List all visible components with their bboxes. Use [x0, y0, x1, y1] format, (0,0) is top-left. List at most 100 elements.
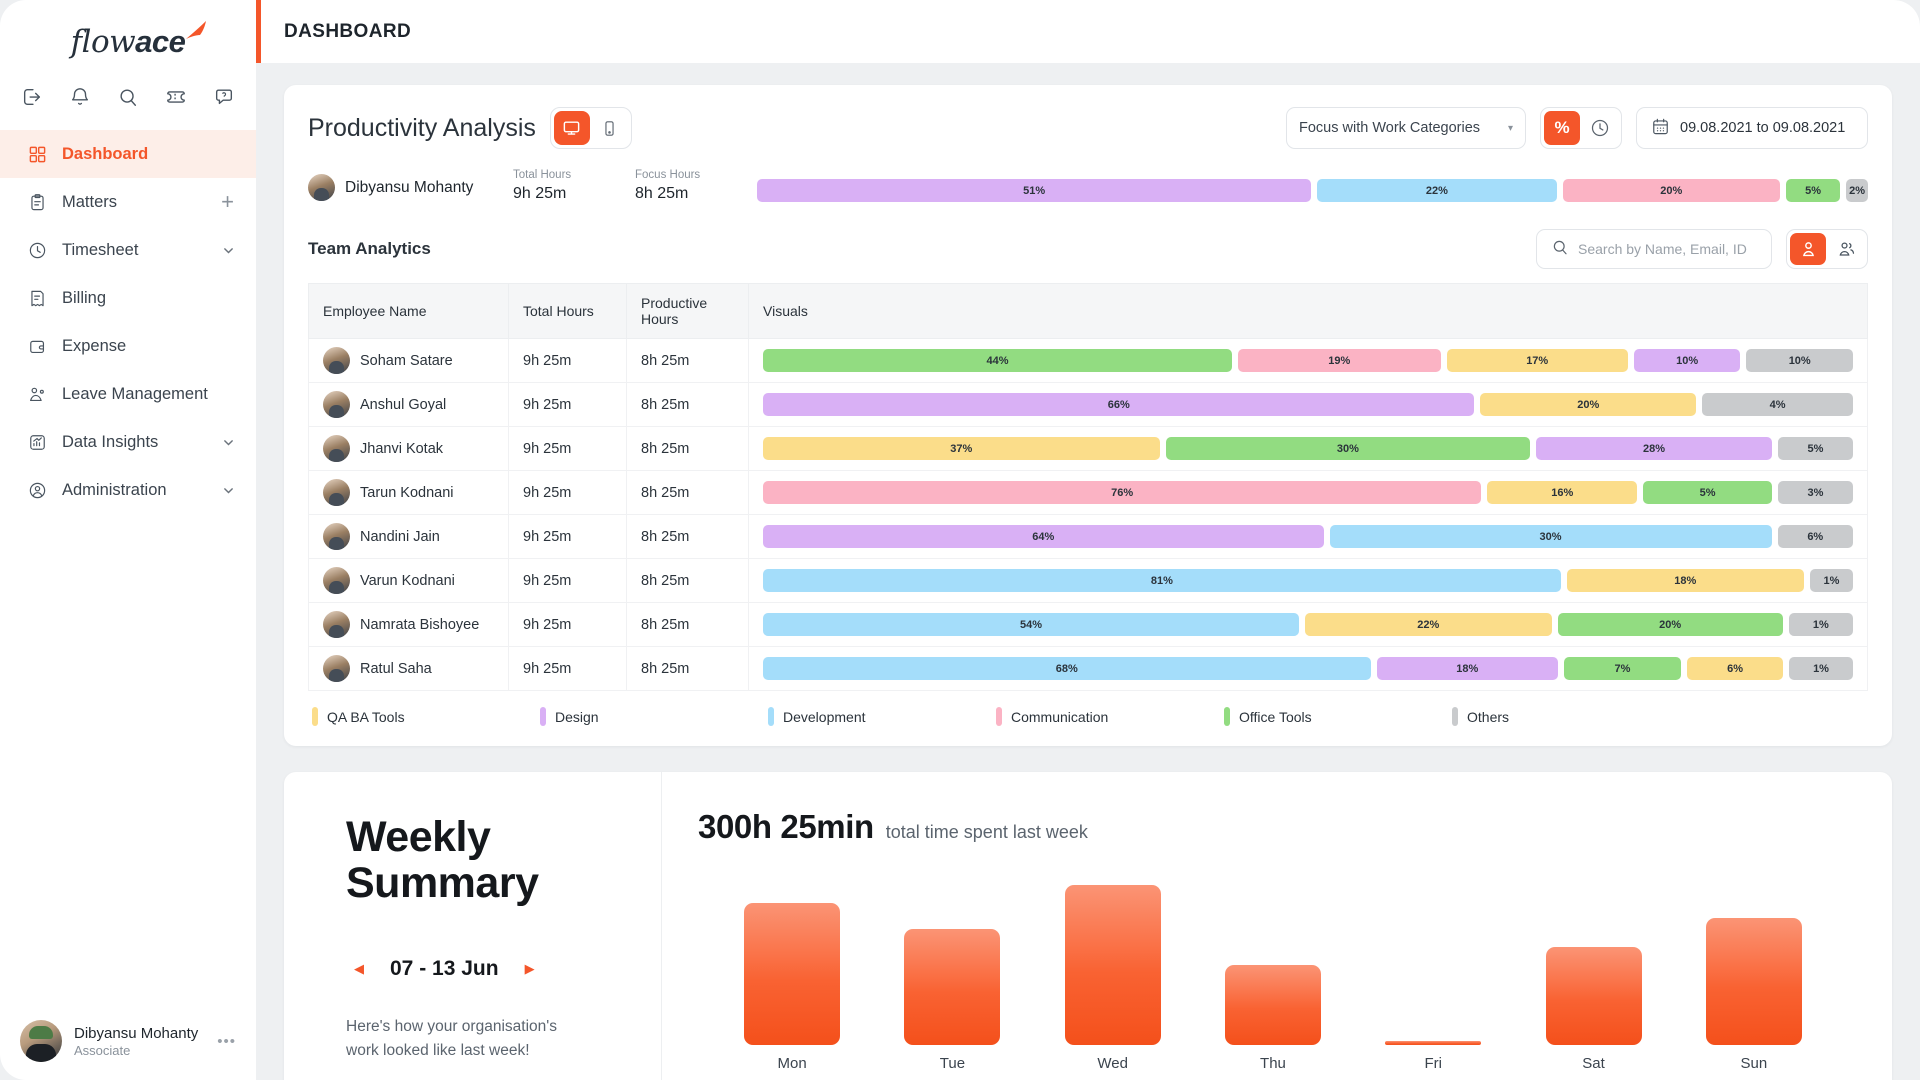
table-row[interactable]: Soham Satare 9h 25m 8h 25m 44% 19% 17% 10% 10%	[308, 338, 1868, 383]
ticket-icon[interactable]	[165, 86, 187, 108]
search-icon	[1551, 238, 1569, 261]
legend-swatch	[1452, 707, 1458, 726]
brand-logo[interactable]: flowace	[0, 0, 256, 72]
content-scroll: Productivity Analysis Focus with Work Ca…	[256, 63, 1920, 1080]
sidebar-profile[interactable]: Dibyansu Mohanty Associate •••	[0, 1002, 256, 1080]
summary-stacked-bar: 51% 22% 20% 5% 2%	[757, 179, 1868, 203]
sidebar-item-leave-management[interactable]: Leave Management	[0, 370, 256, 418]
cell-visuals: 54% 22% 20% 1%	[748, 602, 1868, 647]
employee-cell: Varun Kodnani	[323, 567, 494, 594]
column-header-total-hours: Total Hours	[508, 283, 627, 339]
next-week-button[interactable]: ▶	[525, 961, 535, 977]
sidebar-item-label: Matters	[62, 192, 118, 211]
table-row[interactable]: Nandini Jain 9h 25m 8h 25m 64% 30% 6%	[308, 514, 1868, 559]
team-analytics-table: Employee Name Total Hours Productive Hou…	[308, 283, 1868, 691]
date-range-picker[interactable]: 09.08.2021 to 09.08.2021	[1636, 107, 1868, 149]
bar-label: Sat	[1582, 1055, 1605, 1072]
profile-menu-button[interactable]: •••	[217, 1033, 236, 1050]
page-title: DASHBOARD	[284, 20, 412, 42]
cell-visuals: 64% 30% 6%	[748, 514, 1868, 559]
grid-icon	[28, 144, 48, 164]
single-user-icon[interactable]	[1790, 233, 1826, 265]
weekly-total-time: 300h 25min	[698, 808, 874, 845]
chevron-down-icon[interactable]	[223, 245, 234, 256]
bar-segment: 1%	[1809, 569, 1853, 592]
sidebar-item-billing[interactable]: Billing	[0, 274, 256, 322]
chevron-down-icon[interactable]	[223, 437, 234, 448]
legend-label: Others	[1467, 708, 1510, 725]
search-icon[interactable]	[117, 86, 139, 108]
logout-icon[interactable]	[21, 86, 43, 108]
category-select-value: Focus with Work Categories	[1299, 120, 1481, 136]
summary-focus-hours-label: Focus Hours	[635, 169, 701, 181]
group-users-icon[interactable]	[1828, 233, 1864, 265]
cell-total-hours: 9h 25m	[508, 382, 627, 427]
summary-user-name: Dibyansu Mohanty	[345, 178, 474, 196]
table-row[interactable]: Namrata Bishoyee 9h 25m 8h 25m 54% 22% 20% 1%	[308, 602, 1868, 647]
calendar-icon	[1651, 117, 1670, 140]
avatar	[323, 523, 350, 550]
search-box[interactable]	[1536, 229, 1772, 269]
cell-total-hours: 9h 25m	[508, 558, 627, 603]
category-select[interactable]: Focus with Work Categories ▾	[1286, 107, 1526, 149]
percent-icon[interactable]: %	[1544, 111, 1580, 145]
table-row[interactable]: Anshul Goyal 9h 25m 8h 25m 66% 20% 4%	[308, 382, 1868, 427]
sidebar-item-label: Data Insights	[62, 432, 159, 451]
sidebar-item-label: Dashboard	[62, 144, 149, 163]
sidebar-item-dashboard[interactable]: Dashboard	[0, 130, 256, 178]
bar-label: Sun	[1740, 1055, 1768, 1072]
add-matter-button[interactable]: +	[221, 191, 234, 213]
week-navigator: ◀ 07 - 13 Jun ▶	[346, 957, 617, 981]
sidebar-item-timesheet[interactable]: Timesheet	[0, 226, 256, 274]
row-stacked-bar: 54% 22% 20% 1%	[763, 613, 1853, 636]
table-row[interactable]: Jhanvi Kotak 9h 25m 8h 25m 37% 30% 28% 5%	[308, 426, 1868, 471]
chart-bar[interactable]	[904, 928, 1001, 1045]
table-row[interactable]: Ratul Saha 9h 25m 8h 25m 68% 18% 7% 6% 1%	[308, 646, 1868, 691]
chart-bar[interactable]	[1064, 885, 1161, 1045]
chart-bar[interactable]	[1545, 946, 1642, 1045]
chart-bar[interactable]	[744, 903, 841, 1045]
cell-visuals: 44% 19% 17% 10% 10%	[748, 338, 1868, 383]
profile-name: Dibyansu Mohanty	[74, 1024, 199, 1042]
bell-icon[interactable]	[69, 86, 91, 108]
weekly-title-line2: Summary	[346, 859, 539, 908]
sidebar-item-label: Expense	[62, 336, 127, 355]
chart-bar[interactable]	[1385, 1041, 1482, 1045]
bar-segment: 16%	[1487, 481, 1638, 504]
main-area: DASHBOARD Productivity Analysis Focus wi…	[256, 0, 1920, 1080]
sidebar-item-expense[interactable]: Expense	[0, 322, 256, 370]
bar-segment: 17%	[1446, 349, 1628, 372]
table-row[interactable]: Tarun Kodnani 9h 25m 8h 25m 76% 16% 5% 3%	[308, 470, 1868, 515]
avatar	[20, 1020, 62, 1062]
sidebar-item-data-insights[interactable]: Data Insights	[0, 418, 256, 466]
people-icon	[28, 384, 48, 404]
table-row[interactable]: Varun Kodnani 9h 25m 8h 25m 81% 18% 1%	[308, 558, 1868, 603]
clock-icon[interactable]	[1582, 111, 1618, 145]
chart-bar[interactable]	[1224, 965, 1321, 1045]
sidebar-item-administration[interactable]: Administration	[0, 466, 256, 514]
search-input[interactable]	[1578, 241, 1757, 257]
avatar	[323, 479, 350, 506]
clock-icon	[28, 240, 48, 260]
legend-label: Communication	[1011, 708, 1109, 725]
desktop-icon[interactable]	[553, 111, 590, 145]
cell-visuals: 76% 16% 5% 3%	[748, 470, 1868, 515]
mobile-icon[interactable]	[592, 111, 628, 145]
wallet-icon	[28, 336, 48, 356]
chart-bar[interactable]	[1705, 917, 1802, 1045]
weekly-summary-card: Weekly Summary ◀ 07 - 13 Jun ▶ Here's ho…	[284, 772, 1892, 1080]
employee-name: Jhanvi Kotak	[360, 440, 444, 457]
bar-segment: 7%	[1563, 657, 1682, 680]
cell-employee-name: Anshul Goyal	[308, 382, 509, 427]
help-chat-icon[interactable]	[213, 86, 235, 108]
profile-text: Dibyansu Mohanty Associate	[74, 1024, 198, 1059]
chevron-down-icon[interactable]	[223, 485, 234, 496]
bar-segment: 64%	[763, 525, 1324, 548]
bar-segment: 6%	[1777, 525, 1853, 548]
bar-segment: 10%	[1746, 349, 1853, 372]
row-stacked-bar: 66% 20% 4%	[763, 393, 1853, 416]
bar-column: Tue	[872, 882, 1032, 1072]
prev-week-button[interactable]: ◀	[354, 961, 364, 977]
sidebar-item-matters[interactable]: Matters +	[0, 178, 256, 226]
employee-name: Namrata Bishoyee	[360, 616, 480, 633]
